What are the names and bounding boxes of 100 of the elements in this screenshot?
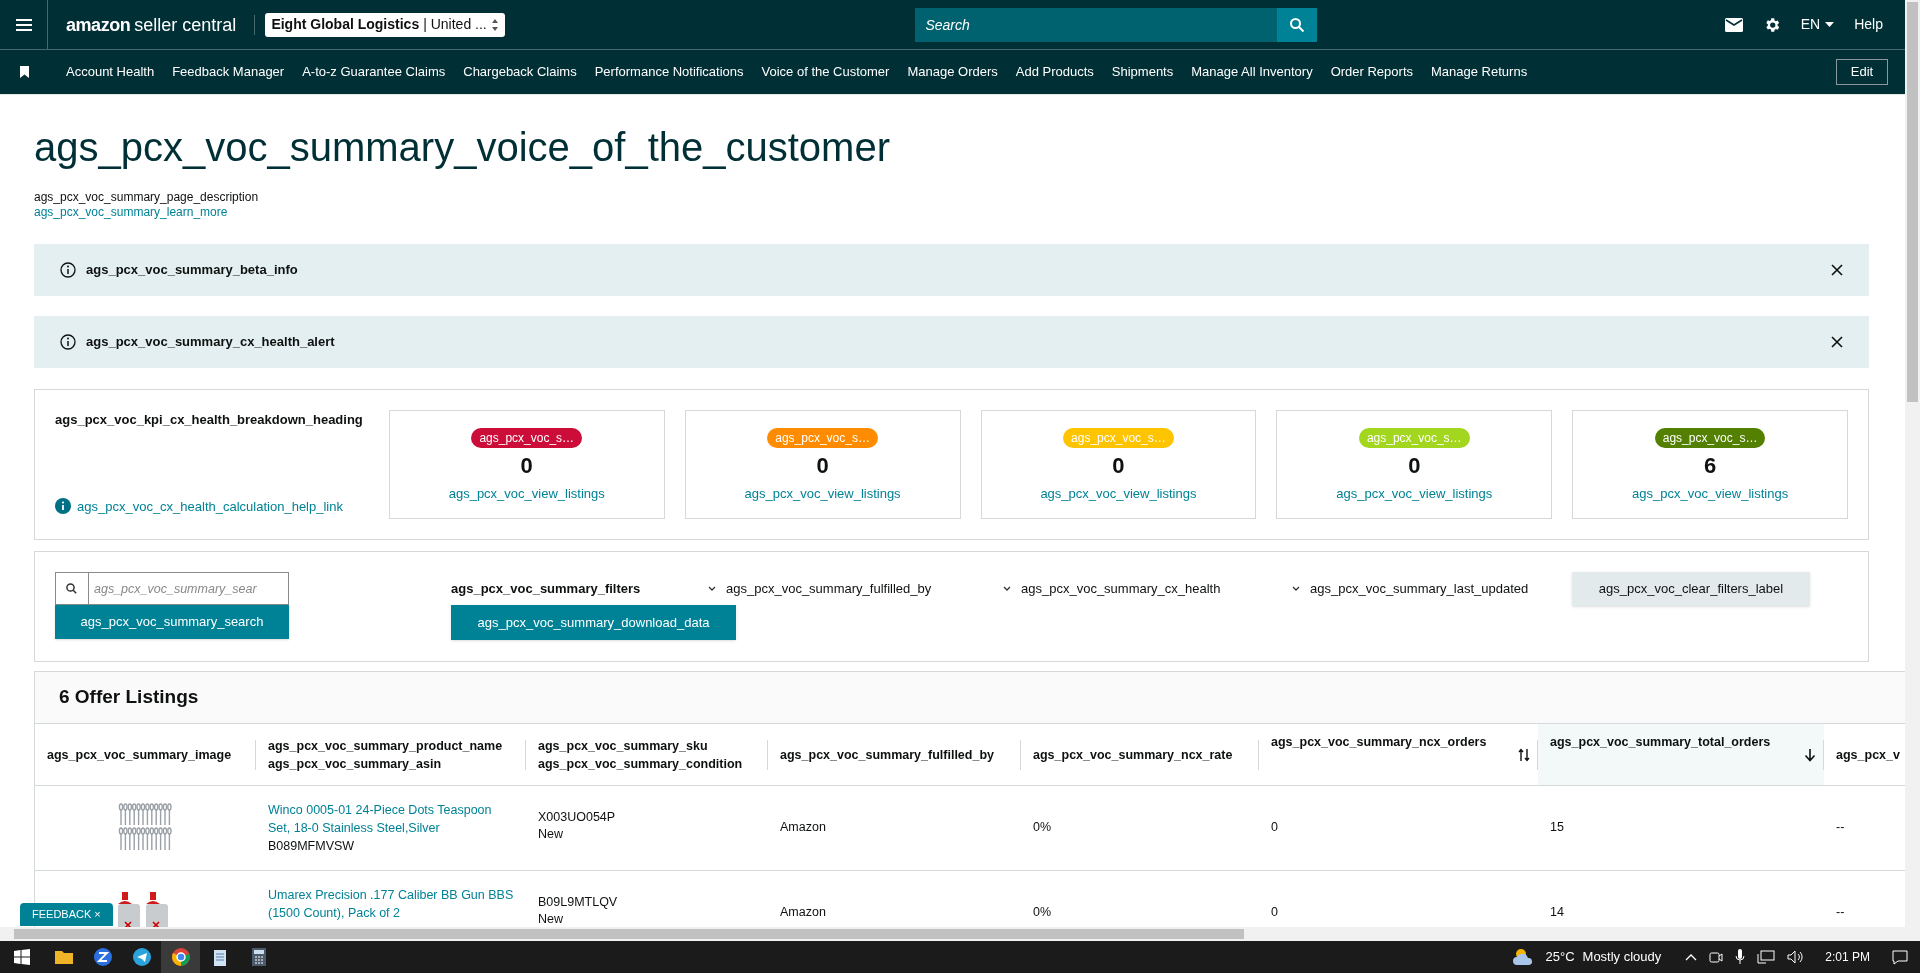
product-link[interactable]: Winco 0005-01 24-Piece Dots Teaspoon Set, 18-0 Stainless Steel,Silver [268, 801, 514, 837]
paper-plane-icon [132, 948, 151, 966]
close-button[interactable] [1831, 264, 1843, 276]
down-arrow-icon [1804, 747, 1816, 762]
kpi-heading: ags_pcx_voc_kpi_cx_health_breakdown_heading [55, 411, 364, 429]
chevron-icon [708, 586, 716, 591]
learn-more-link[interactable]: ags_pcx_voc_summary_learn_more [34, 205, 228, 220]
view-listings-link[interactable]: ags_pcx_voc_view_listings [1632, 483, 1789, 503]
column-header[interactable]: ags_pcx_v [1824, 724, 1905, 785]
view-listings-link[interactable]: ags_pcx_voc_view_listings [1336, 483, 1493, 503]
help-link[interactable]: Help [1854, 14, 1883, 35]
chevron-icon [1003, 586, 1011, 591]
filter-dropdown[interactable]: ags_pcx_voc_summary_last_updated [1292, 572, 1572, 605]
view-listings-link[interactable]: ags_pcx_voc_view_listings [1040, 483, 1197, 503]
nav-link[interactable]: Manage Returns [1431, 62, 1528, 82]
menu-icon [14, 17, 33, 32]
table-cell: 0 [1271, 820, 1278, 834]
language-selector[interactable]: EN [1800, 14, 1835, 35]
tray-button[interactable] [1735, 949, 1746, 965]
asin-text: B089MFMVSW [268, 838, 356, 855]
table-cell: -- [1836, 820, 1845, 834]
nav-link[interactable]: Add Products [1015, 62, 1094, 82]
search-button[interactable]: ags_pcx_voc_summary_search [55, 605, 289, 639]
table-cell: 14 [1550, 905, 1564, 919]
sort-icon [1518, 747, 1530, 762]
page-title: ags_pcx_voc_summary_voice_of_the_customer [34, 127, 891, 167]
windows-logo-icon [14, 949, 30, 965]
kpi-count: 0 [1408, 452, 1421, 480]
kpi-count: 0 [1112, 452, 1125, 480]
weather-widget[interactable]: 25°C Mostly cloudy [1511, 947, 1662, 967]
filters-label: ags_pcx_voc_summary_filters [451, 580, 641, 598]
tray-button[interactable] [1685, 953, 1698, 961]
status-badge: ags_pcx_voc_s… [1654, 428, 1766, 448]
alert-text: ags_pcx_voc_summary_beta_info [86, 261, 298, 280]
column-header[interactable]: ags_pcx_voc_summary_ncx_rate [1021, 724, 1259, 785]
close-icon [1831, 336, 1843, 348]
folder-icon [54, 950, 73, 964]
mail-icon [1724, 17, 1743, 32]
tray-button[interactable] [1787, 950, 1806, 964]
nav-link[interactable]: Voice of the Customer [761, 62, 890, 82]
spinner-arrows-icon [491, 17, 500, 32]
speech-bubble-icon [1892, 949, 1908, 965]
close-button[interactable] [1831, 336, 1843, 348]
help-link[interactable]: ags_pcx_voc_cx_health_calculation_help_link [77, 496, 343, 516]
table-cell: Amazon [780, 820, 826, 834]
edit-button[interactable]: Edit [1836, 59, 1888, 85]
feedback-button[interactable]: FEEDBACK × [20, 903, 113, 926]
nav-link[interactable]: Order Reports [1330, 62, 1413, 82]
view-listings-link[interactable]: ags_pcx_voc_view_listings [744, 483, 901, 503]
nav-link[interactable]: Feedback Manager [172, 62, 285, 82]
chevron-icon [1292, 586, 1300, 591]
filter-dropdown[interactable]: ags_pcx_voc_summary_cx_health [1003, 572, 1292, 605]
notifications-button[interactable] [1892, 949, 1908, 965]
page-description: ags_pcx_voc_summary_page_description [34, 190, 260, 205]
account-selector[interactable]: Eight Global Logistics | United ... [265, 12, 506, 37]
search-field[interactable]: ags_pcx_voc_summary_sear [89, 572, 289, 605]
nav-link[interactable]: Account Health [66, 62, 155, 82]
clear-filters-button[interactable]: ags_pcx_voc_clear_filters_label [1572, 572, 1810, 606]
nav-link[interactable]: Manage All Inventory [1191, 62, 1313, 82]
column-header[interactable]: ags_pcx_voc_summary_fulfilled_by [768, 724, 1021, 785]
chevron-up-icon [1685, 953, 1698, 961]
table-cell: Amazon [780, 905, 826, 919]
column-header[interactable]: ags_pcx_voc_summary_product_name ags_pcx_voc_summary_asin [256, 724, 526, 785]
column-header[interactable]: ags_pcx_voc_summary_sku ags_pcx_voc_summary_condition [526, 724, 768, 785]
camera-icon [1709, 950, 1724, 964]
nav-link[interactable]: Performance Notifications [594, 62, 744, 82]
caret-icon [1825, 22, 1835, 27]
status-badge: ags_pcx_voc_s… [767, 428, 878, 448]
search-button[interactable] [1277, 7, 1318, 42]
bookmark-icon [19, 66, 29, 78]
scrollbar-thumb[interactable] [14, 929, 1244, 939]
filter-dropdown[interactable]: ags_pcx_voc_summary_fulfilled_by [708, 572, 1003, 605]
table-cell: 0% [1033, 905, 1052, 919]
search-field[interactable]: Search [915, 7, 1278, 42]
nav-link[interactable]: Chargeback Claims [463, 62, 577, 82]
tray-button[interactable] [1709, 950, 1724, 964]
seller-central-logo[interactable]: amazon seller central [66, 15, 237, 34]
column-header[interactable]: ags_pcx_voc_summary_image [35, 724, 256, 785]
kpi-count: 6 [1704, 452, 1717, 480]
nav-link[interactable]: A-to-z Guarantee Claims [302, 62, 446, 82]
nav-link[interactable]: Shipments [1111, 62, 1174, 82]
nav-link[interactable]: Manage Orders [907, 62, 998, 82]
view-listings-link[interactable]: ags_pcx_voc_view_listings [448, 483, 605, 503]
column-header[interactable]: ags_pcx_voc_summary_total_orders [1538, 724, 1824, 785]
scrollbar-thumb[interactable] [1907, 2, 1918, 402]
sku-text: B09L9MTLQV [538, 894, 619, 911]
notepad-icon [212, 948, 227, 966]
mail-button[interactable] [1724, 17, 1743, 32]
clock-text: 2:01 PM [1825, 949, 1870, 966]
download-button[interactable]: ags_pcx_voc_summary_download_data [451, 605, 736, 640]
product-link[interactable]: Umarex Precision .177 Caliber BB Gun BBS (1500 Count), Pack of 2 [268, 886, 514, 922]
taskbar-app[interactable] [161, 941, 200, 973]
network-icon [1757, 950, 1776, 964]
status-badge: ags_pcx_voc_s… [1063, 428, 1174, 448]
table-title: 6 Offer Listings [59, 685, 199, 710]
status-badge: ags_pcx_voc_s… [1358, 428, 1470, 448]
sku-text: X003UO054P [538, 809, 617, 826]
search-icon [55, 572, 89, 605]
table-cell: 0% [1033, 820, 1052, 834]
column-header[interactable]: ags_pcx_voc_summary_ncx_orders [1259, 724, 1538, 785]
